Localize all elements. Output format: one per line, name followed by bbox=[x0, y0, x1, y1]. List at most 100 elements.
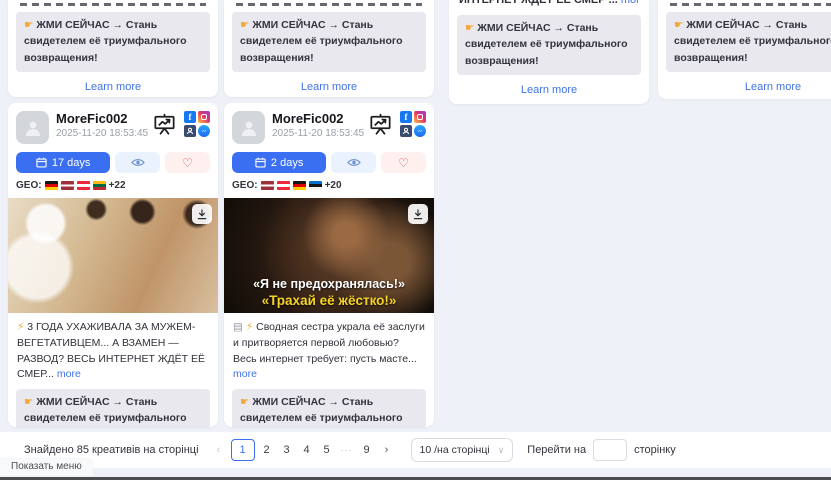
goto-page-label: Перейти на bbox=[527, 444, 586, 456]
geo-row: GEO: +20 bbox=[232, 180, 426, 191]
favorite-heart-button[interactable]: ♡ bbox=[381, 152, 426, 173]
geo-label: GEO: bbox=[16, 180, 42, 191]
flag-austria-icon bbox=[277, 181, 290, 190]
profile-name: MoreFic002 bbox=[272, 111, 368, 126]
flag-lithuania-icon bbox=[93, 181, 106, 190]
creative-text: ⚡ 3 ГОДА УХАЖИВАЛА ЗА МУЖЕМ-ВЕГЕТАТИВЦЕМ… bbox=[17, 320, 209, 383]
presentation-chart-icon[interactable] bbox=[152, 112, 177, 137]
learn-more-link[interactable]: Learn more bbox=[449, 84, 649, 96]
preview-eye-button[interactable] bbox=[115, 152, 160, 173]
pager: ‹ 1 2 3 4 5 ··· 9 › bbox=[209, 439, 397, 461]
profile-chat-icon[interactable] bbox=[400, 125, 412, 137]
more-link[interactable]: more bbox=[621, 0, 639, 6]
social-icons: f bbox=[400, 111, 426, 137]
page-button-2[interactable]: 2 bbox=[257, 439, 277, 461]
creative-text: ▤ ⚡ Сводная сестра украла её заслуги и п… bbox=[233, 320, 425, 383]
pointing-hand-icon: ☛ bbox=[465, 22, 474, 34]
creative-image bbox=[8, 198, 218, 313]
days-active-button[interactable]: 17 days bbox=[16, 152, 110, 173]
chevron-down-icon: ∨ bbox=[498, 445, 505, 456]
page-jump-ellipsis[interactable]: ··· bbox=[337, 439, 357, 461]
page-size-select[interactable]: 10 /на сторінці ∨ bbox=[411, 438, 514, 462]
flag-germany-icon bbox=[45, 181, 58, 190]
creative-card-main-2: MoreFic002 2025-11-20 18:53:45 f bbox=[224, 103, 434, 427]
profile-info: MoreFic002 2025-11-20 18:53:45 bbox=[272, 111, 368, 139]
learn-more-link[interactable]: Learn more bbox=[658, 81, 831, 93]
learn-more-link[interactable]: Learn more bbox=[224, 81, 434, 93]
page-button-4[interactable]: 4 bbox=[297, 439, 317, 461]
card-header: MoreFic002 2025-11-20 18:53:45 f bbox=[232, 111, 426, 144]
profile-name: MoreFic002 bbox=[56, 111, 152, 126]
flag-germany-icon bbox=[293, 181, 306, 190]
pointing-hand-icon: ☛ bbox=[24, 396, 33, 408]
pagination-bar: Знайдено 85 креативів на сторінці ‹ 1 2 … bbox=[0, 432, 831, 468]
page-button-3[interactable]: 3 bbox=[277, 439, 297, 461]
book-icon: ▤ bbox=[233, 321, 243, 333]
days-active-button[interactable]: 2 days bbox=[232, 152, 326, 173]
facebook-icon[interactable]: f bbox=[184, 111, 196, 123]
creative-card-top-3: ИНТЕРНЕТ ЖДЁТ ЕЁ СМЕР ... more ☛ЖМИ СЕЙЧ… bbox=[449, 0, 649, 104]
ad-spy-grid-page: ☛ЖМИ СЕЙЧАС → Стань свидетелем её триумф… bbox=[0, 0, 831, 480]
clipped-text-row: ИНТЕРНЕТ ЖДЁТ ЕЁ СМЕР ... more bbox=[459, 0, 639, 9]
flag-austria-icon bbox=[77, 181, 90, 190]
creative-card-top-1: ☛ЖМИ СЕЙЧАС → Стань свидетелем её триумф… bbox=[8, 0, 218, 97]
pointing-hand-icon: ☛ bbox=[24, 19, 33, 31]
preview-eye-button[interactable] bbox=[331, 152, 376, 173]
creative-timestamp: 2025-11-20 18:53:45 bbox=[56, 128, 152, 139]
learn-more-link[interactable]: Learn more bbox=[8, 81, 218, 93]
cta-headline: ☛ЖМИ СЕЙЧАС → Стань свидетелем её триумф… bbox=[666, 12, 831, 72]
heart-icon: ♡ bbox=[182, 156, 193, 170]
geo-more-count[interactable]: +22 bbox=[109, 180, 126, 191]
flag-estonia-icon bbox=[309, 181, 322, 190]
clipped-text-row bbox=[236, 3, 422, 6]
card-header: MoreFic002 2025-11-20 18:53:45 f bbox=[16, 111, 210, 144]
cta-headline: ☛ЖМИ СЕЙЧАС → Стань свидетелем её триумф… bbox=[16, 389, 210, 427]
card-actions: 17 days ♡ bbox=[16, 152, 210, 173]
geo-label: GEO: bbox=[232, 180, 258, 191]
geo-more-count[interactable]: +20 bbox=[325, 180, 342, 191]
pointing-hand-icon: ☛ bbox=[674, 19, 683, 31]
clipped-text-row bbox=[670, 3, 831, 6]
prev-page-button[interactable]: ‹ bbox=[209, 439, 229, 461]
more-link[interactable]: more bbox=[233, 368, 257, 380]
creative-image: «Я не предохранялась!» «Трахай её жёстко… bbox=[224, 198, 434, 313]
download-image-button[interactable] bbox=[408, 204, 428, 224]
facebook-icon[interactable]: f bbox=[400, 111, 412, 123]
heart-icon: ♡ bbox=[398, 156, 409, 170]
goto-page-input[interactable] bbox=[593, 439, 627, 461]
cta-headline: ☛ЖМИ СЕЙЧАС → Стань свидетелем её триумф… bbox=[232, 12, 426, 72]
profile-chat-icon[interactable] bbox=[184, 125, 196, 137]
creative-card-main-1: MoreFic002 2025-11-20 18:53:45 f bbox=[8, 103, 218, 427]
page-button-1[interactable]: 1 bbox=[231, 439, 255, 461]
card-actions: 2 days ♡ bbox=[232, 152, 426, 173]
page-button-5[interactable]: 5 bbox=[317, 439, 337, 461]
flag-latvia-icon bbox=[261, 181, 274, 190]
messenger-icon[interactable] bbox=[414, 125, 426, 137]
profile-info: MoreFic002 2025-11-20 18:53:45 bbox=[56, 111, 152, 139]
avatar bbox=[16, 111, 49, 144]
instagram-icon[interactable] bbox=[198, 111, 210, 123]
next-page-button[interactable]: › bbox=[377, 439, 397, 461]
show-menu-tab[interactable]: Показать меню bbox=[0, 459, 93, 476]
favorite-heart-button[interactable]: ♡ bbox=[165, 152, 210, 173]
creative-card-top-4: ☛ЖМИ СЕЙЧАС → Стань свидетелем её триумф… bbox=[658, 0, 831, 99]
download-image-button[interactable] bbox=[192, 204, 212, 224]
more-link[interactable]: more bbox=[57, 368, 81, 380]
page-button-9[interactable]: 9 bbox=[357, 439, 377, 461]
image-caption-line1: «Я не предохранялась!» bbox=[224, 277, 434, 291]
goto-page-suffix: сторінку bbox=[634, 444, 676, 456]
results-count-label: Знайдено 85 креативів на сторінці bbox=[24, 444, 199, 456]
pointing-hand-icon: ☛ bbox=[240, 396, 249, 408]
cta-headline: ☛ЖМИ СЕЙЧАС → Стань свидетелем её триумф… bbox=[457, 15, 641, 75]
pointing-hand-icon: ☛ bbox=[240, 19, 249, 31]
cta-headline: ☛ЖМИ СЕЙЧАС → Стань свидетелем её триумф… bbox=[232, 389, 426, 427]
messenger-icon[interactable] bbox=[198, 125, 210, 137]
clipped-text-row bbox=[20, 3, 206, 6]
cta-headline: ☛ЖМИ СЕЙЧАС → Стань свидетелем её триумф… bbox=[16, 12, 210, 72]
presentation-chart-icon[interactable] bbox=[368, 112, 393, 137]
social-icons: f bbox=[184, 111, 210, 137]
avatar bbox=[232, 111, 265, 144]
instagram-icon[interactable] bbox=[414, 111, 426, 123]
flag-latvia-icon bbox=[61, 181, 74, 190]
image-caption-line2: «Трахай её жёстко!» bbox=[224, 293, 434, 308]
